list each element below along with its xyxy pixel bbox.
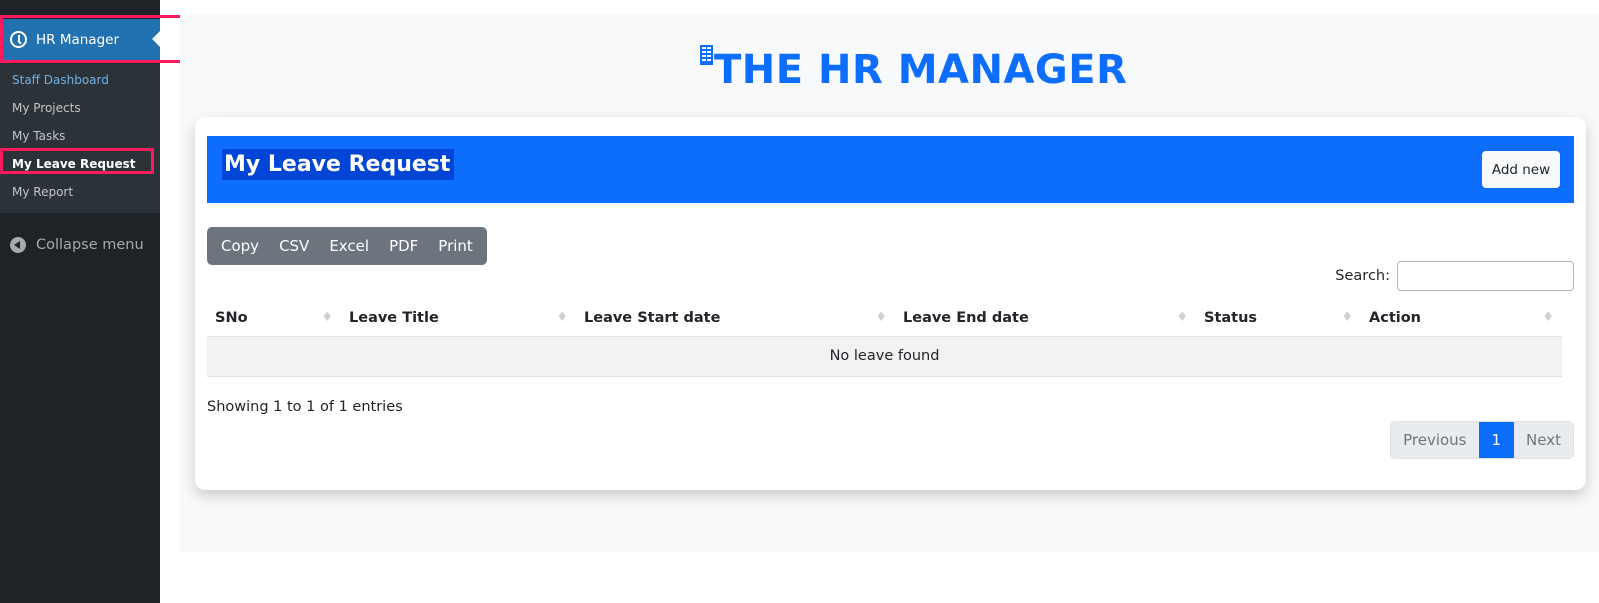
- next-page-button[interactable]: Next: [1514, 422, 1573, 458]
- sidebar-item-my-tasks[interactable]: My Tasks: [0, 122, 160, 150]
- card-header: My Leave Request Add new: [207, 136, 1574, 203]
- menu-title: HR Manager: [36, 31, 119, 48]
- column-header-leave-title[interactable]: Leave Title ♦: [341, 300, 576, 337]
- page-1-button[interactable]: 1: [1478, 422, 1515, 458]
- collapse-menu-button[interactable]: Collapse menu: [0, 230, 144, 260]
- sidebar-item-my-report[interactable]: My Report: [0, 178, 160, 206]
- column-label: SNo: [215, 309, 248, 326]
- sort-icon: ♦: [556, 310, 568, 325]
- sort-icon: ♦: [1176, 310, 1188, 325]
- pagination: Previous 1 Next: [1390, 421, 1574, 459]
- sort-icon: ♦: [1542, 310, 1554, 325]
- leave-table: SNo ♦ Leave Title ♦ Leave Start date ♦ Leav…: [207, 300, 1562, 377]
- search-label: Search:: [1335, 268, 1390, 284]
- column-header-leave-start-date[interactable]: Leave Start date ♦: [576, 300, 895, 337]
- csv-button[interactable]: CSV: [269, 237, 319, 255]
- column-label: Leave Title: [349, 309, 439, 326]
- column-header-leave-end-date[interactable]: Leave End date ♦: [895, 300, 1196, 337]
- collapse-menu-label: Collapse menu: [36, 237, 144, 253]
- clock-icon: [10, 31, 27, 48]
- print-button[interactable]: Print: [428, 237, 483, 255]
- sort-icon: ♦: [875, 310, 887, 325]
- column-header-status[interactable]: Status ♦: [1196, 300, 1361, 337]
- previous-page-button[interactable]: Previous: [1391, 422, 1479, 458]
- empty-message: No leave found: [207, 336, 1562, 377]
- sort-icon: ♦: [1341, 310, 1353, 325]
- page-brand-title: THE HR MANAGER: [714, 47, 1128, 93]
- table-row-empty: No leave found: [207, 336, 1562, 377]
- admin-sidebar: HR Manager Staff Dashboard My Projects M…: [0, 0, 160, 603]
- excel-button[interactable]: Excel: [319, 237, 379, 255]
- column-label: Action: [1369, 309, 1422, 326]
- column-label: Leave End date: [903, 309, 1029, 326]
- search-input[interactable]: [1397, 261, 1574, 291]
- search-filter: Search:: [1335, 261, 1574, 291]
- sidebar-item-staff-dashboard[interactable]: Staff Dashboard: [0, 66, 160, 94]
- card-title: My Leave Request: [222, 149, 455, 180]
- leave-request-card: My Leave Request Add new Copy CSV Excel …: [195, 117, 1586, 490]
- building-icon: [700, 45, 713, 65]
- sidebar-submenu: Staff Dashboard My Projects My Tasks My …: [0, 62, 160, 213]
- table-info: Showing 1 to 1 of 1 entries: [207, 399, 403, 415]
- column-label: Leave Start date: [584, 309, 721, 326]
- sort-icon: ♦: [321, 310, 333, 325]
- column-label: Status: [1204, 309, 1258, 326]
- brand-header: THE HR MANAGER: [700, 42, 1127, 98]
- sidebar-item-my-projects[interactable]: My Projects: [0, 94, 160, 122]
- add-new-button[interactable]: Add new: [1482, 151, 1560, 188]
- export-button-group: Copy CSV Excel PDF Print: [207, 227, 487, 265]
- collapse-arrow-icon: [10, 237, 26, 253]
- sidebar-menu-hr-manager[interactable]: HR Manager: [0, 19, 160, 60]
- sidebar-item-my-leave-request[interactable]: My Leave Request: [0, 150, 160, 178]
- pdf-button[interactable]: PDF: [379, 237, 428, 255]
- column-header-sno[interactable]: SNo ♦: [207, 300, 341, 337]
- column-header-action[interactable]: Action ♦: [1361, 300, 1562, 337]
- active-arrow-indicator: [152, 31, 160, 47]
- copy-button[interactable]: Copy: [211, 237, 269, 255]
